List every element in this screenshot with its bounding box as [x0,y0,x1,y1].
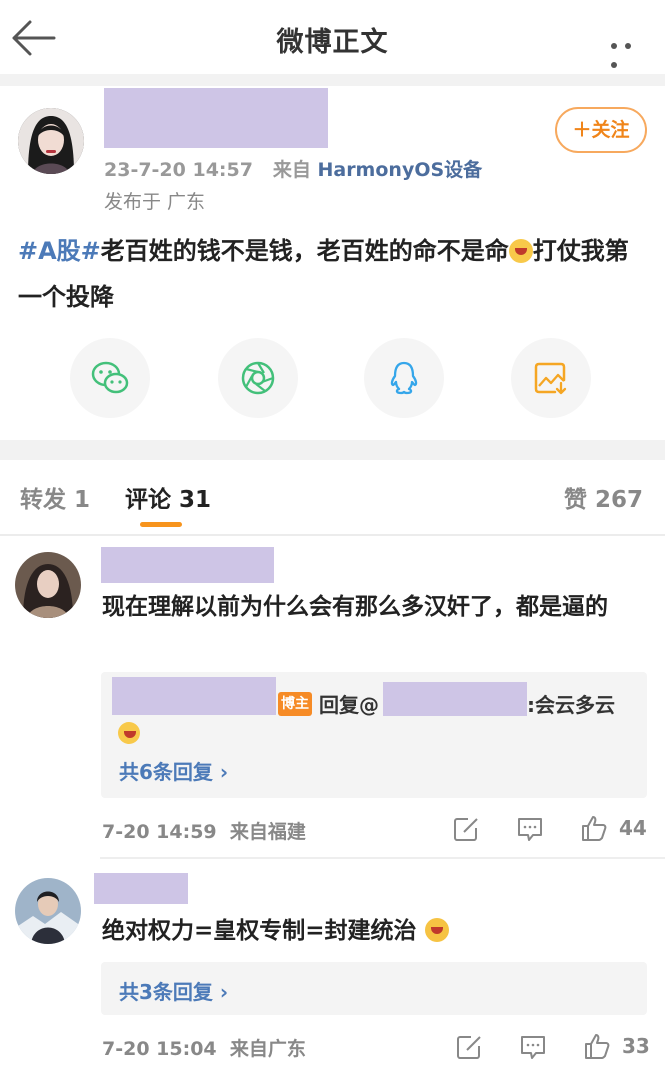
doge-emoji-icon [424,918,449,942]
reply-text: :会云多云 [527,693,615,717]
view-replies-link[interactable]: 共6条回复 › [119,756,228,785]
comment-text: 绝对权力=皇权专制=封建统治 [102,910,449,952]
post-body: #A股#老百姓的钱不是钱，老百姓的命不是命 打仗我第一个投降 [18,228,648,320]
commenter-name-redacted [94,873,188,904]
comment-time: 7-20 14:59 [102,821,217,843]
post-timestamp: 23-7-20 14:57 [104,159,253,181]
tab-comments[interactable]: 评论 31 [125,480,211,514]
crying-emoji-icon [118,722,140,744]
comment-avatar[interactable] [15,878,81,944]
author-name-redacted [104,88,328,148]
follow-button[interactable]: ＋关注 [555,107,647,153]
comment-icon[interactable] [516,815,544,843]
like-icon[interactable] [580,814,608,842]
comment-meta: 7-20 15:04 来自广东 [102,1034,306,1061]
more-options-icon[interactable] [611,34,651,68]
like-count: 33 [622,1034,650,1058]
divider [100,857,665,859]
post-text-part1: 老百姓的钱不是钱，老百姓的命不是命 [100,237,509,265]
like-count: 44 [619,816,647,840]
comment-icon[interactable] [519,1033,547,1061]
reply-preview-box[interactable]: 博主 回复@ :会云多云 共6条回复 › [101,672,647,798]
reply-author-redacted [112,677,276,715]
post-location: 发布于 广东 [104,191,206,213]
reply-preview-box[interactable]: 共3条回复 › [101,962,647,1015]
save-image-button[interactable] [511,338,591,418]
tab-likes[interactable]: 赞 267 [564,480,643,514]
qq-icon [390,361,418,395]
comment-text: 现在理解以前为什么会有那么多汉奸了，都是逼的 [102,594,608,620]
divider [0,440,665,460]
divider [0,534,665,536]
active-tab-indicator [140,522,182,527]
comment-avatar[interactable] [15,552,81,618]
post-meta: 23-7-20 14:57 来自 HarmonyOS设备 [104,155,482,182]
comment-location: 来自广东 [229,1038,306,1060]
repost-icon[interactable] [455,1033,483,1061]
crying-emoji-icon [508,239,533,263]
share-moments-button[interactable] [218,338,298,418]
post-source[interactable]: HarmonyOS设备 [317,159,482,181]
moments-icon [241,361,275,395]
share-qq-button[interactable] [364,338,444,418]
divider [0,74,665,86]
reply-prefix: 回复@ [319,693,379,717]
view-replies-link[interactable]: 共3条回复 › [119,976,228,1005]
top-bar: 微博正文 [0,0,665,74]
share-wechat-button[interactable] [70,338,150,418]
reply-target-redacted [383,682,527,716]
from-prefix: 来自 [272,159,311,181]
comment-location: 来自福建 [229,821,306,843]
commenter-name-redacted [101,547,274,583]
comment-time: 7-20 15:04 [102,1038,217,1060]
repost-icon[interactable] [452,815,480,843]
tab-repost[interactable]: 转发 1 [20,480,90,514]
comment-text-body: 绝对权力=皇权专制=封建统治 [102,918,417,944]
author-badge: 博主 [278,692,312,716]
page-title: 微博正文 [276,27,389,58]
save-image-icon [534,362,567,395]
like-icon[interactable] [583,1032,611,1060]
wechat-icon [91,361,129,394]
comment-meta: 7-20 14:59 来自福建 [102,817,306,844]
author-avatar[interactable] [18,108,84,174]
hashtag-link[interactable]: #A股# [18,237,101,265]
